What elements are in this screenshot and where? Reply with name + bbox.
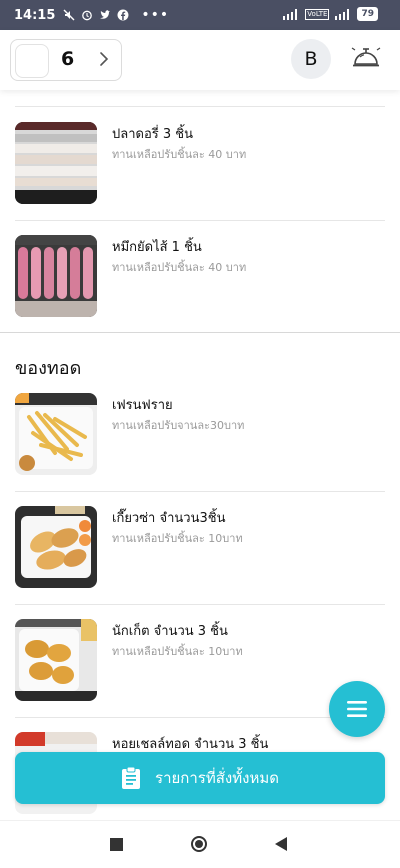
- twitter-icon: [100, 10, 111, 19]
- more-notifications-icon: •••: [141, 7, 170, 23]
- system-icons: VoLTE 79: [282, 7, 378, 21]
- signal-icon: [283, 9, 298, 20]
- table-number: 6: [61, 48, 75, 70]
- item-photo: [15, 235, 97, 317]
- view-orders-button[interactable]: รายการที่สั่งทั้งหมด: [15, 752, 385, 804]
- item-name: นักเก็ต จำนวน 3 ชิ้น: [112, 624, 228, 639]
- menu-item[interactable]: หมึกยัดไส้ 1 ชิ้น ทานเหลือปรับชิ้นละ 40 …: [0, 220, 400, 333]
- app-header: 6 B: [0, 30, 400, 90]
- back-triangle-icon[interactable]: [275, 837, 287, 851]
- status-bar: 14:15 ••• VoLTE 79: [0, 0, 400, 30]
- item-photo: [15, 619, 97, 701]
- mute-icon: [63, 9, 75, 21]
- item-description: ทานเหลือปรับชิ้นละ 10บาท: [112, 645, 243, 658]
- section-divider: [0, 332, 400, 333]
- item-description: ทานเหลือปรับชิ้นละ 10บาท: [112, 532, 243, 545]
- item-name: เฟรนฟราย: [112, 398, 173, 413]
- chevron-right-icon: [100, 52, 109, 66]
- menu-fab-button[interactable]: [329, 681, 385, 737]
- signal-icon-2: [335, 9, 350, 20]
- service-bell-icon[interactable]: [351, 43, 381, 69]
- system-nav-bar: [0, 820, 400, 868]
- item-name: ปลาดอรี่ 3 ชิ้น: [112, 127, 193, 142]
- alarm-icon: [82, 10, 93, 21]
- view-orders-label: รายการที่สั่งทั้งหมด: [155, 769, 279, 787]
- item-description: ทานเหลือปรับจานละ30บาท: [112, 419, 245, 432]
- facebook-icon: [117, 9, 129, 21]
- item-name: หมึกยัดไส้ 1 ชิ้น: [112, 240, 202, 255]
- item-photo: [15, 393, 97, 475]
- menu-item[interactable]: เกี๊ยวซ่า จำนวน3ชิ้น ทานเหลือปรับชิ้นละ …: [0, 491, 400, 604]
- table-selector[interactable]: 6: [10, 39, 122, 81]
- item-name: เกี๊ยวซ่า จำนวน3ชิ้น: [112, 511, 226, 526]
- item-photo: [15, 122, 97, 204]
- home-circle-icon[interactable]: [191, 836, 207, 852]
- table-icon: [15, 44, 49, 78]
- volte-badge: VoLTE: [305, 8, 330, 20]
- hamburger-icon: [347, 701, 367, 717]
- item-description: ทานเหลือปรับชิ้นละ 40 บาท: [112, 148, 247, 161]
- notification-icons: [63, 9, 129, 21]
- item-name: หอยเชลล์ทอด จำนวน 3 ชิ้น: [112, 737, 269, 752]
- menu-item[interactable]: ปลาดอรี่ 3 ชิ้น ทานเหลือปรับชิ้นละ 40 บา…: [0, 107, 400, 220]
- status-time: 14:15: [14, 7, 56, 23]
- avatar[interactable]: B: [291, 39, 331, 79]
- item-photo: [15, 506, 97, 588]
- item-description: ทานเหลือปรับชิ้นละ 40 บาท: [112, 261, 247, 274]
- menu-item[interactable]: เฟรนฟราย ทานเหลือปรับจานละ30บาท: [0, 378, 400, 491]
- recent-apps-square-icon[interactable]: [110, 838, 123, 851]
- battery-icon: 79: [357, 7, 378, 21]
- clipboard-icon: [122, 766, 141, 789]
